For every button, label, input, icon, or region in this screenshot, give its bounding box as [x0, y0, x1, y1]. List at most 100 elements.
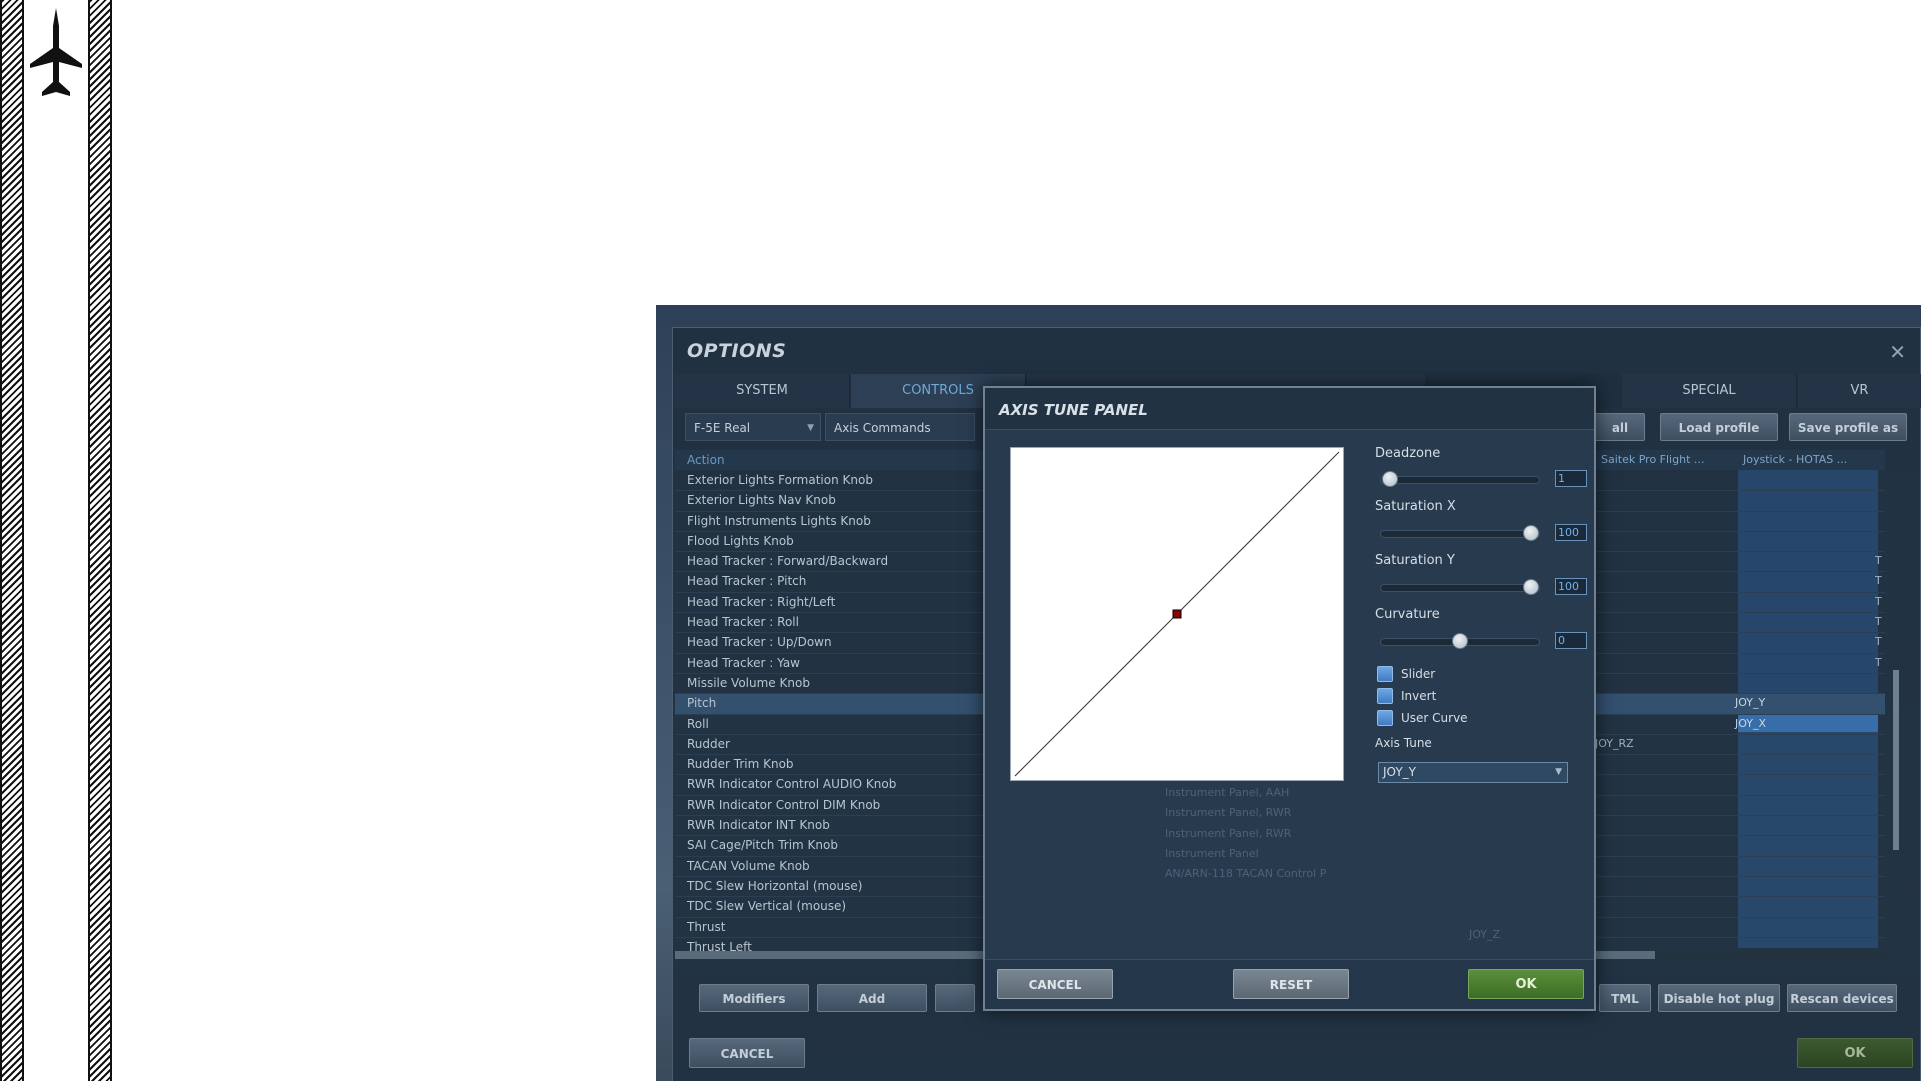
trackir-binding-cell[interactable]: T [1875, 635, 1882, 648]
hatched-border-right [88, 0, 112, 1081]
deadzone-label: Deadzone [1375, 446, 1441, 461]
trackir-binding-cell[interactable]: T [1875, 595, 1882, 608]
axis-tune-ok-button[interactable]: OK [1468, 969, 1584, 999]
screen: OPTIONS ✕ SYSTEM CONTROLS SPECIAL VR F-5… [0, 0, 1921, 1081]
axis-tune-cancel-button[interactable]: CANCEL [997, 969, 1113, 999]
axis-tune-select-value: JOY_Y [1383, 765, 1416, 779]
curvature-field[interactable]: 0 [1555, 632, 1587, 649]
tab-vr[interactable]: VR [1798, 374, 1921, 408]
ghost-row: AN/ARN-118 TACAN Control P [1165, 867, 1327, 881]
action-column-header[interactable]: Action [687, 453, 725, 467]
axis-tune-select[interactable]: JOY_Y ▼ [1378, 762, 1568, 783]
action-label: Rudder Trim Knob [687, 757, 794, 772]
action-label: Head Tracker : Forward/Backward [687, 554, 889, 569]
action-label: Head Tracker : Roll [687, 615, 799, 630]
joystick-binding-cell[interactable]: JOY_Y [1735, 696, 1765, 709]
saturation-y-slider-knob[interactable] [1523, 579, 1539, 595]
options-footer: CANCEL OK [675, 1038, 1918, 1078]
tab-special[interactable]: SPECIAL [1622, 374, 1797, 408]
action-label: SAI Cage/Pitch Trim Knob [687, 838, 838, 853]
axis-tune-label: Axis Tune [1375, 736, 1432, 750]
invert-checkbox-label: Invert [1401, 689, 1437, 703]
axis-tune-header: AXIS TUNE PANEL [985, 388, 1594, 430]
chevron-down-icon: ▼ [807, 423, 814, 433]
curvature-label: Curvature [1375, 607, 1440, 622]
response-curve-graph[interactable] [1010, 447, 1344, 781]
action-label: Exterior Lights Nav Knob [687, 493, 836, 508]
scroll-thumb[interactable] [1893, 670, 1899, 850]
action-label: Thrust [687, 919, 726, 934]
chevron-down-icon: ▼ [1555, 767, 1562, 777]
ghost-row: Instrument Panel, RWR [1165, 826, 1292, 840]
trackir-binding-cell[interactable]: T [1875, 656, 1882, 669]
action-label: TDC Slew Horizontal (mouse) [687, 878, 863, 893]
make-html-button[interactable]: TML [1599, 984, 1651, 1012]
action-label: RWR Indicator Control AUDIO Knob [687, 777, 897, 792]
curve-center-point [1172, 609, 1182, 619]
action-label: Pitch [687, 696, 717, 711]
saturation-x-label: Saturation X [1375, 499, 1456, 514]
toolbar-button-partial[interactable] [935, 984, 975, 1012]
options-cancel-button[interactable]: CANCEL [689, 1038, 805, 1068]
device-header-saitek[interactable]: Saitek Pro Flight ... [1601, 453, 1704, 466]
action-label: Missile Volume Knob [687, 675, 810, 690]
clear-all-button[interactable]: all [1595, 413, 1645, 441]
trackir-binding-cell[interactable]: T [1875, 554, 1882, 567]
background-ghost-list: Instrument Panel, AAH Instrument Panel, … [1165, 783, 1326, 884]
action-label: Roll [687, 716, 709, 731]
tab-system[interactable]: SYSTEM [675, 374, 850, 408]
axis-tune-panel: AXIS TUNE PANEL Instrument Panel, AAH In… [983, 386, 1596, 1011]
action-label: Head Tracker : Right/Left [687, 594, 836, 609]
category-select[interactable]: Axis Commands [825, 413, 975, 441]
joystick-binding-cell[interactable]: JOY_X [1735, 717, 1766, 730]
device-header-joystick[interactable]: Joystick - HOTAS ... [1743, 453, 1847, 466]
deadzone-slider-knob[interactable] [1382, 471, 1399, 487]
saturation-x-slider[interactable] [1380, 525, 1540, 541]
saitek-binding-cell[interactable]: JOY_RZ [1595, 737, 1634, 750]
hatched-border-left [0, 0, 24, 1081]
action-label: Exterior Lights Formation Knob [687, 473, 873, 487]
ghost-row: Instrument Panel, RWR [1165, 806, 1292, 820]
trackir-binding-cell[interactable]: T [1875, 574, 1882, 587]
action-label: Head Tracker : Pitch [687, 574, 807, 589]
category-select-value: Axis Commands [834, 421, 931, 435]
response-curve-svg [1014, 451, 1340, 777]
add-button[interactable]: Add [817, 984, 927, 1012]
vertical-scrollbar[interactable] [1891, 450, 1901, 948]
aircraft-select-value: F-5E Real [694, 421, 751, 435]
deadzone-slider[interactable] [1380, 471, 1540, 487]
saturation-y-label: Saturation Y [1375, 553, 1455, 568]
curvature-slider-knob[interactable] [1452, 633, 1468, 649]
saturation-x-slider-knob[interactable] [1523, 525, 1539, 541]
axis-tune-reset-button[interactable]: RESET [1233, 969, 1349, 999]
action-label: Rudder [687, 736, 730, 751]
slider-checkbox-label: Slider [1401, 667, 1436, 681]
modifiers-button[interactable]: Modifiers [699, 984, 809, 1012]
options-title: OPTIONS [687, 340, 787, 362]
trackir-binding-cell[interactable]: T [1875, 615, 1882, 628]
close-icon[interactable]: ✕ [1889, 340, 1906, 364]
saturation-y-slider[interactable] [1380, 579, 1540, 595]
save-profile-button[interactable]: Save profile as [1789, 413, 1907, 441]
load-profile-button[interactable]: Load profile [1660, 413, 1778, 441]
disable-hot-plug-button[interactable]: Disable hot plug [1658, 984, 1780, 1012]
saturation-x-field[interactable]: 100 [1555, 524, 1587, 541]
ghost-row: Instrument Panel, AAH [1165, 786, 1290, 799]
curvature-slider[interactable] [1380, 633, 1540, 649]
deadzone-field[interactable]: 1 [1555, 470, 1587, 487]
axis-tune-title: AXIS TUNE PANEL [999, 401, 1148, 419]
saturation-y-field[interactable]: 100 [1555, 578, 1587, 595]
invert-checkbox[interactable] [1377, 688, 1393, 704]
options-ok-button[interactable]: OK [1797, 1038, 1913, 1068]
rescan-devices-button[interactable]: Rescan devices [1787, 984, 1897, 1012]
aircraft-select[interactable]: F-5E Real ▼ [685, 413, 821, 441]
action-label: RWR Indicator Control DIM Knob [687, 797, 881, 812]
slider-checkbox[interactable] [1377, 666, 1393, 682]
fighter-jet-icon [30, 8, 82, 96]
action-label: Flood Lights Knob [687, 533, 794, 548]
action-label: Head Tracker : Yaw [687, 655, 800, 670]
user-curve-checkbox[interactable] [1377, 710, 1393, 726]
action-label: RWR Indicator INT Knob [687, 818, 830, 833]
axis-tune-footer: CANCEL RESET OK [985, 959, 1594, 1009]
action-label: TDC Slew Vertical (mouse) [687, 899, 847, 914]
